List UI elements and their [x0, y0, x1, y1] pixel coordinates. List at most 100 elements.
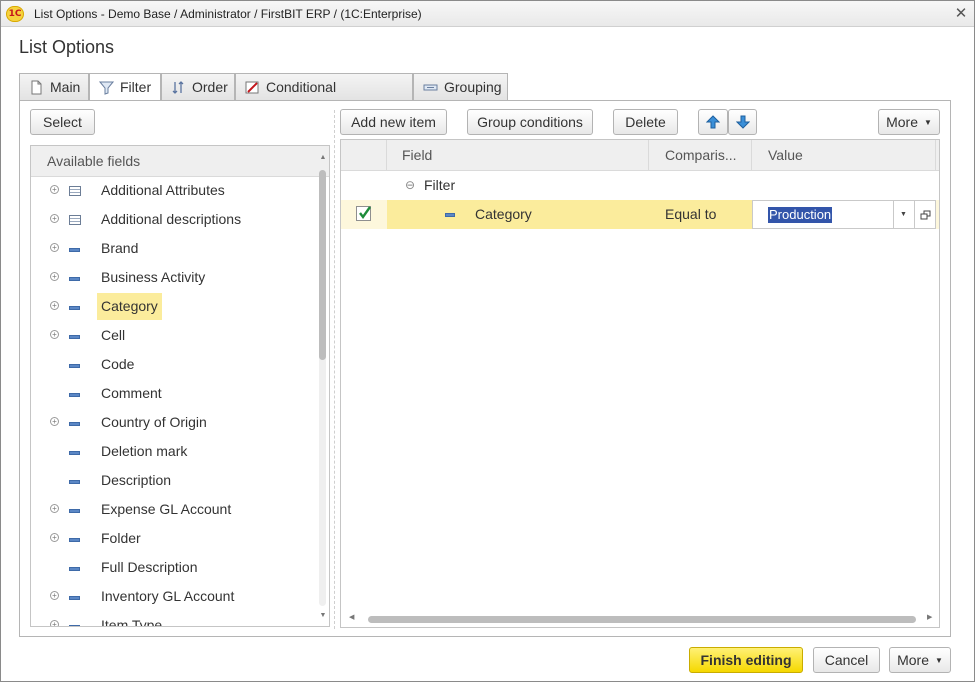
document-icon	[31, 80, 42, 95]
grouping-icon	[423, 84, 438, 91]
footer-more-label: More	[897, 652, 929, 668]
field-column-header[interactable]: Field	[387, 140, 649, 171]
window-title: List Options - Demo Base / Administrator…	[34, 7, 422, 21]
move-down-button[interactable]	[728, 109, 757, 135]
attribute-icon	[69, 364, 80, 368]
expand-icon[interactable]: +	[50, 620, 59, 626]
scroll-thumb[interactable]	[319, 170, 326, 360]
dropdown-arrow-icon[interactable]: ▼	[893, 201, 913, 228]
group-conditions-button[interactable]: Group conditions	[467, 109, 593, 135]
tab-main[interactable]: Main	[19, 73, 89, 101]
tab-conditional-appearance[interactable]: Conditional Appearance	[235, 73, 413, 121]
add-new-item-button[interactable]: Add new item	[340, 109, 447, 135]
attribute-icon	[69, 306, 80, 310]
field-tree-item[interactable]: + Additional Attributes	[31, 177, 316, 206]
field-label: Brand	[101, 240, 139, 256]
attribute-icon	[69, 248, 80, 252]
list-options-window: 1C List Options - Demo Base / Administra…	[0, 0, 975, 682]
open-value-button[interactable]	[914, 201, 936, 228]
filter-group-row[interactable]: ⊖ Filter	[341, 171, 939, 200]
expand-icon[interactable]: +	[50, 591, 59, 600]
filter-condition-row[interactable]: Category Equal to Production ▼	[341, 200, 939, 229]
field-tree-item[interactable]: Comment	[31, 380, 316, 409]
toolbar-more-button[interactable]: More ▼	[878, 109, 940, 135]
field-tree-item[interactable]: + Category	[31, 293, 316, 322]
collapse-icon[interactable]: ⊖	[405, 171, 415, 200]
comparison-column-header[interactable]: Comparis...	[649, 140, 752, 171]
expand-icon[interactable]: +	[50, 272, 59, 281]
title-bar: 1C List Options - Demo Base / Administra…	[1, 1, 974, 27]
move-up-button[interactable]	[698, 109, 728, 135]
finish-editing-button[interactable]: Finish editing	[689, 647, 803, 673]
tab-filter-label: Filter	[120, 79, 152, 95]
select-button[interactable]: Select	[30, 109, 95, 135]
tab-filter[interactable]: Filter	[89, 73, 161, 102]
condition-field[interactable]: Category	[475, 200, 532, 229]
field-label: Additional Attributes	[101, 182, 225, 198]
attribute-icon	[69, 335, 80, 339]
field-tree-item[interactable]: + Inventory GL Account	[31, 583, 316, 612]
fields-scrollbar[interactable]: ▲ ▼	[317, 146, 329, 626]
1c-logo-icon: 1C	[6, 6, 24, 22]
expand-icon[interactable]: +	[50, 417, 59, 426]
field-label: Folder	[101, 530, 141, 546]
expand-icon[interactable]: +	[50, 533, 59, 542]
attribute-icon	[69, 480, 80, 484]
table-icon	[69, 215, 81, 225]
expand-icon[interactable]: +	[50, 214, 59, 223]
field-tree-item[interactable]: Code	[31, 351, 316, 380]
arrow-up-icon	[705, 115, 721, 129]
field-label: Description	[101, 472, 172, 488]
tab-grouping-label: Grouping	[444, 79, 502, 95]
expand-icon[interactable]: +	[50, 301, 59, 310]
field-tree-item[interactable]: + Brand	[31, 235, 316, 264]
scroll-down-icon[interactable]: ▼	[317, 610, 329, 622]
field-tree-item[interactable]: + Country of Origin	[31, 409, 316, 438]
form-title: List Options	[19, 37, 115, 57]
field-tree-item[interactable]: Full Description	[31, 554, 316, 583]
field-label: Comment	[101, 385, 162, 401]
field-tree-item[interactable]: + Business Activity	[31, 264, 316, 293]
footer-more-button[interactable]: More ▼	[889, 647, 951, 673]
expand-icon[interactable]: +	[50, 185, 59, 194]
field-tree-item[interactable]: + Folder	[31, 525, 316, 554]
condition-comparison[interactable]: Equal to	[665, 200, 716, 229]
value-column-header[interactable]: Value	[752, 140, 936, 171]
close-icon[interactable]: ✕	[951, 4, 971, 24]
field-label: Country of Origin	[101, 414, 207, 430]
field-tree-item[interactable]: + Expense GL Account	[31, 496, 316, 525]
field-tree-item[interactable]: Deletion mark	[31, 438, 316, 467]
field-tree-item[interactable]: + Item Type	[31, 612, 316, 627]
cancel-button[interactable]: Cancel	[813, 647, 880, 673]
expand-icon[interactable]: +	[50, 330, 59, 339]
scroll-left-icon[interactable]: ◀	[349, 613, 354, 621]
delete-button[interactable]: Delete	[613, 109, 678, 135]
field-label: Full Description	[101, 559, 198, 575]
arrow-down-icon	[735, 115, 750, 129]
attribute-icon	[69, 393, 80, 397]
use-condition-checkbox[interactable]	[356, 206, 371, 221]
field-tree-item[interactable]: + Cell	[31, 322, 316, 351]
scroll-right-icon[interactable]: ▶	[927, 613, 932, 621]
field-label: Code	[101, 356, 135, 372]
field-label: Expense GL Account	[101, 501, 232, 517]
field-tree-item[interactable]: + Additional descriptions	[31, 206, 316, 235]
attribute-icon	[69, 567, 80, 571]
expand-icon[interactable]: +	[50, 504, 59, 513]
horizontal-scroll-thumb[interactable]	[368, 616, 916, 623]
condition-value-input[interactable]: Production ▼	[752, 200, 936, 229]
field-label: Business Activity	[101, 269, 206, 285]
attribute-icon	[69, 451, 80, 455]
tab-order[interactable]: Order	[161, 73, 235, 101]
panel-splitter[interactable]	[334, 110, 335, 629]
expand-icon[interactable]: +	[50, 243, 59, 252]
field-tree-item[interactable]: Description	[31, 467, 316, 496]
available-fields-header: Available fields	[31, 146, 329, 177]
tab-grouping[interactable]: Grouping	[413, 73, 508, 101]
toolbar-more-label: More	[886, 114, 918, 130]
field-label: Item Type	[101, 617, 163, 627]
attribute-icon	[445, 213, 455, 217]
scroll-up-icon[interactable]: ▲	[317, 152, 329, 164]
condition-value-text[interactable]: Production	[768, 207, 833, 223]
grid-horizontal-scrollbar[interactable]: ◀ ▶	[341, 612, 939, 626]
